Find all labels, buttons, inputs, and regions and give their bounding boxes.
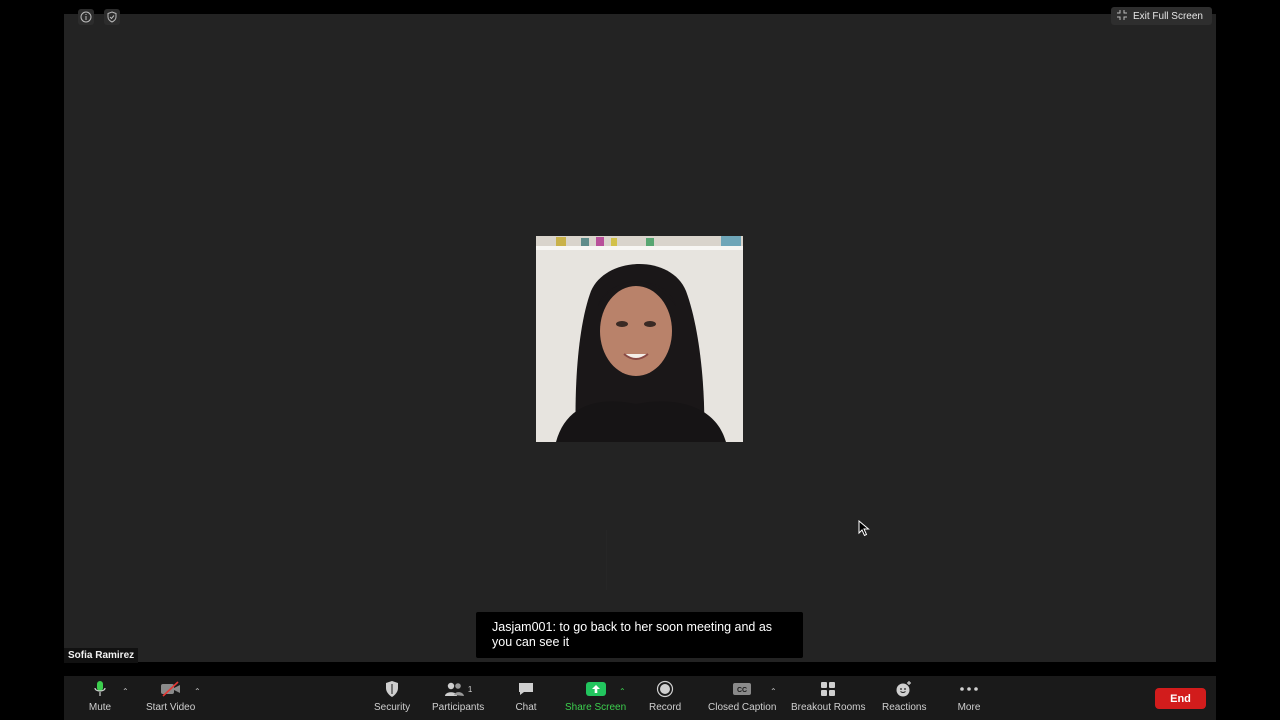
microphone-icon — [88, 680, 112, 698]
closed-caption-button[interactable]: CC Closed Caption — [708, 680, 776, 713]
mute-label: Mute — [88, 702, 112, 713]
video-options-chevron-icon[interactable]: ⌃ — [194, 687, 201, 696]
exit-fullscreen-icon — [1116, 9, 1127, 23]
security-label: Security — [374, 702, 411, 713]
chat-button[interactable]: Chat — [514, 680, 538, 713]
participants-button[interactable]: 1 Participants — [432, 680, 484, 713]
more-label: More — [957, 702, 981, 713]
caption-options-chevron-icon[interactable]: ⌃ — [770, 687, 777, 696]
security-shield-icon — [380, 680, 404, 698]
share-screen-button[interactable]: Share Screen — [565, 680, 626, 713]
share-options-chevron-icon[interactable]: ⌃ — [619, 687, 626, 696]
mute-button[interactable]: Mute — [88, 680, 112, 713]
cc-icon: CC — [730, 680, 754, 698]
top-bar: Exit Full Screen — [0, 0, 1280, 30]
start-video-label: Start Video — [146, 702, 196, 713]
closed-caption-label: Closed Caption — [708, 702, 777, 713]
info-icon[interactable] — [78, 9, 94, 25]
share-screen-label: Share Screen — [565, 702, 627, 713]
participants-count: 1 — [467, 684, 473, 694]
pointer-cursor-icon — [858, 519, 870, 542]
reactions-icon — [892, 680, 916, 698]
chat-label: Chat — [515, 702, 537, 713]
chat-icon — [514, 680, 538, 698]
reactions-button[interactable]: Reactions — [882, 680, 926, 713]
breakout-rooms-icon — [816, 680, 840, 698]
participant-name-label: Sofia Ramirez — [64, 648, 139, 663]
more-button[interactable]: More — [957, 680, 981, 713]
participant-video — [536, 236, 743, 442]
participants-icon: 1 — [441, 680, 475, 698]
breakout-rooms-label: Breakout Rooms — [791, 702, 866, 713]
svg-text:CC: CC — [737, 687, 747, 694]
end-meeting-button[interactable]: End — [1155, 688, 1206, 709]
audio-options-chevron-icon[interactable]: ⌃ — [122, 687, 129, 696]
security-button[interactable]: Security — [374, 680, 410, 713]
closed-caption-box: Jasjam001: to go back to her soon meetin… — [476, 612, 803, 658]
start-video-button[interactable]: Start Video — [146, 680, 195, 713]
more-icon — [957, 680, 981, 698]
meeting-toolbar: Mute ⌃ Start Video ⌃ Security 1 Particip… — [64, 676, 1216, 720]
reactions-label: Reactions — [882, 702, 927, 713]
exit-fullscreen-button[interactable]: Exit Full Screen — [1110, 7, 1212, 25]
share-screen-icon — [584, 680, 608, 698]
exit-fullscreen-label: Exit Full Screen — [1132, 10, 1203, 22]
video-off-icon — [159, 680, 183, 698]
record-label: Record — [649, 702, 682, 713]
shield-check-icon[interactable] — [104, 9, 120, 25]
participant-video-frame — [536, 236, 743, 442]
divider-line — [606, 530, 607, 590]
record-button[interactable]: Record — [649, 680, 681, 713]
participants-label: Participants — [432, 702, 485, 713]
record-icon — [653, 680, 677, 698]
breakout-rooms-button[interactable]: Breakout Rooms — [791, 680, 865, 713]
